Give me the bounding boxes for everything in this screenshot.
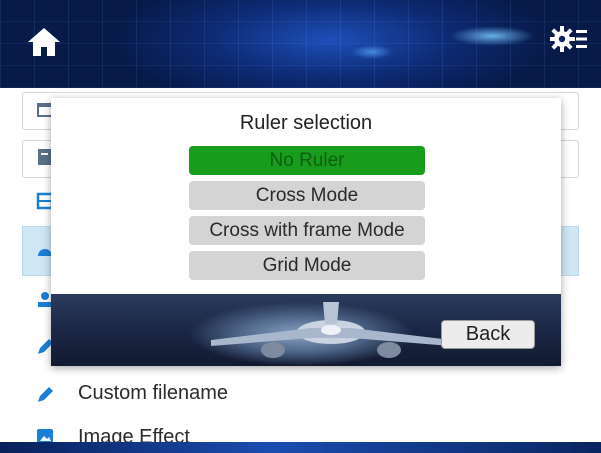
back-button[interactable]: Back [441,320,535,349]
settings-gear-icon[interactable] [550,24,588,54]
option-cross-with-frame-mode[interactable]: Cross with frame Mode [189,216,425,245]
list-item-custom-filename[interactable]: Custom filename [0,376,601,412]
option-grid-mode[interactable]: Grid Mode [189,251,425,280]
option-cross-mode[interactable]: Cross Mode [189,181,425,210]
airplane-image [211,302,451,358]
header-bar [0,0,601,88]
pencil-icon [38,387,53,402]
ruler-selection-dialog: Ruler selection No Ruler Cross Mode Cros… [51,98,561,366]
list-item-label: Custom filename [78,382,229,404]
header-background [0,0,601,88]
home-icon[interactable] [26,26,62,58]
dialog-title: Ruler selection [239,112,373,134]
bottom-bar [0,442,601,453]
option-no-ruler[interactable]: No Ruler [189,146,425,175]
